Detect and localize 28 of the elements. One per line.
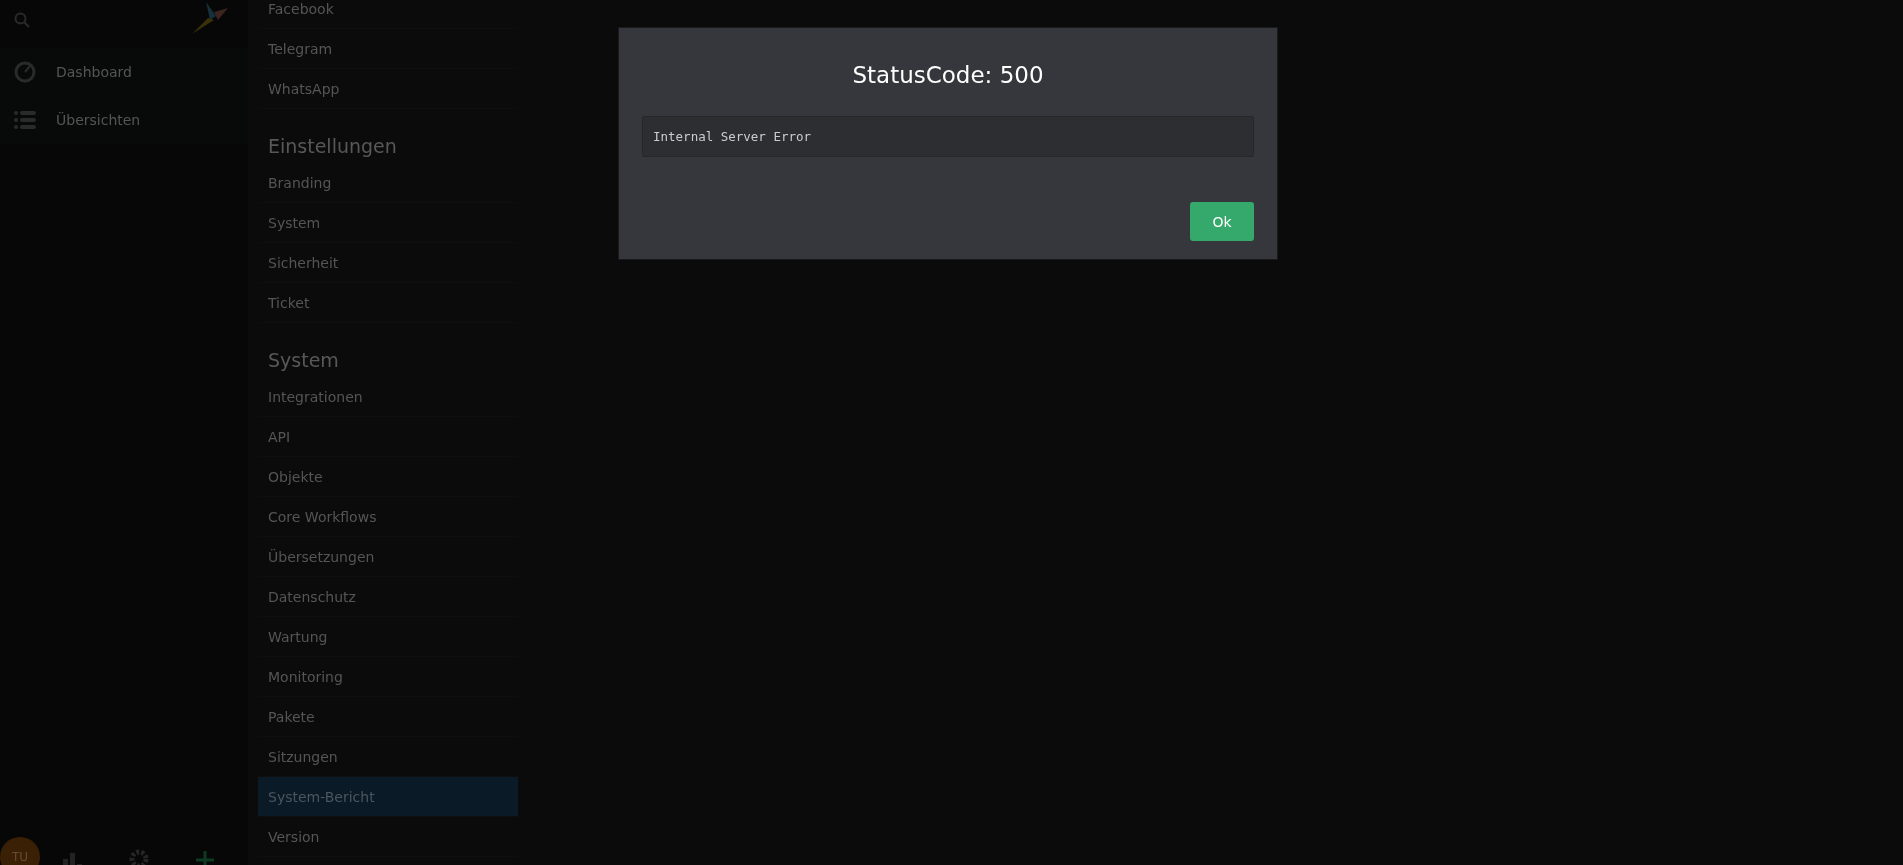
nav-item[interactable]: Ticket xyxy=(258,283,518,323)
nav-item[interactable]: WhatsApp xyxy=(258,69,518,109)
nav-item[interactable]: System xyxy=(258,203,518,243)
section-heading: Einstellungen xyxy=(267,134,398,159)
nav-item[interactable]: Wartung xyxy=(258,617,518,657)
nav-item[interactable]: Übersetzungen xyxy=(258,537,518,577)
ok-button[interactable]: Ok xyxy=(1190,202,1254,241)
nav-item[interactable]: Facebook xyxy=(258,0,518,29)
nav-item[interactable]: API xyxy=(258,417,518,457)
nav-item[interactable]: Integrationen xyxy=(258,377,518,417)
nav-item[interactable]: Monitoring xyxy=(258,657,518,697)
gauge-icon xyxy=(14,61,36,83)
nav-item[interactable]: Branding xyxy=(258,163,518,203)
plus-icon[interactable] xyxy=(196,851,214,865)
nav-item[interactable]: Pakete xyxy=(258,697,518,737)
nav-item[interactable]: Core Workflows xyxy=(258,497,518,537)
dialog-title: StatusCode: 500 xyxy=(851,62,1045,90)
nav-item[interactable]: Sicherheit xyxy=(258,243,518,283)
section-heading: System xyxy=(267,348,340,373)
bar-chart-icon[interactable] xyxy=(63,851,83,865)
nav-item[interactable]: System-Bericht xyxy=(258,777,518,817)
search-icon[interactable] xyxy=(14,12,30,28)
nav-item[interactable]: Datenschutz xyxy=(258,577,518,617)
list-icon xyxy=(14,111,36,129)
nav-item[interactable]: Telegram xyxy=(258,29,518,69)
nav-item[interactable]: Version xyxy=(258,817,518,857)
error-message: Internal Server Error xyxy=(642,116,1254,157)
nav-item[interactable]: Objekte xyxy=(258,457,518,497)
